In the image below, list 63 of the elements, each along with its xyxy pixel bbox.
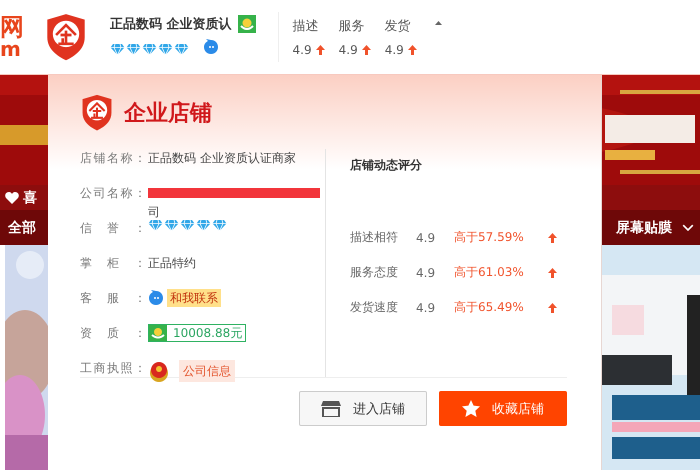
category-link[interactable]: 屏幕贴膜 xyxy=(616,218,672,236)
score-value: 4.9 xyxy=(416,230,436,244)
logo-text: 网 xyxy=(0,15,24,39)
score-value: 4.9 xyxy=(416,300,436,314)
favorite-link[interactable]: 喜 xyxy=(23,188,37,206)
heart-icon xyxy=(5,192,19,204)
diamond-icon xyxy=(164,219,179,232)
score-value: 4.9 xyxy=(416,266,436,280)
diamond-icon xyxy=(110,42,125,56)
category-link[interactable]: 全部 xyxy=(8,218,36,236)
field-value: 正品数码 企业资质认证商家 xyxy=(148,150,296,167)
up-arrow-icon xyxy=(408,45,417,55)
certificate-icon xyxy=(238,15,256,33)
star-icon xyxy=(462,400,480,417)
field-label: 公司名称： xyxy=(80,185,146,202)
rating-value: 4.9 xyxy=(292,43,312,57)
diamond-icon xyxy=(158,42,173,56)
up-arrow-icon xyxy=(548,268,557,278)
rating-value: 4.9 xyxy=(338,43,358,57)
diamond-icon xyxy=(148,219,163,232)
store-icon xyxy=(321,400,341,416)
score-label: 服务态度 xyxy=(350,264,399,281)
field-value: 司 xyxy=(148,204,161,221)
certificate-icon xyxy=(149,325,167,341)
rating-label: 描述 xyxy=(292,18,320,35)
score-label: 描述相符 xyxy=(350,229,399,246)
field-label: 资质： xyxy=(80,325,146,342)
up-arrow-icon xyxy=(362,45,371,55)
diamond-icon xyxy=(196,219,211,232)
score-label: 发货速度 xyxy=(350,299,399,316)
up-arrow-icon xyxy=(548,302,557,312)
score-comparison: 高于57.59% xyxy=(454,229,525,246)
field-label: 客服： xyxy=(80,290,146,307)
popup-title: 企业店铺 xyxy=(124,100,212,128)
diamond-icon xyxy=(212,219,227,232)
rating-value: 4.9 xyxy=(384,43,404,57)
diamond-icon xyxy=(174,42,189,56)
field-label: 信誉： xyxy=(80,220,146,237)
score-comparison: 高于65.49% xyxy=(454,299,525,316)
contact-link[interactable]: 和我联系 xyxy=(167,289,221,307)
score-comparison: 高于61.03% xyxy=(454,264,525,281)
up-arrow-icon xyxy=(316,45,325,55)
shop-name[interactable]: 正品数码 企业资质认 xyxy=(110,15,232,33)
field-label: 掌柜： xyxy=(80,255,146,272)
up-arrow-icon xyxy=(548,232,557,242)
deposit-tag: 10008.88元 xyxy=(148,324,246,342)
rating-label: 发货 xyxy=(384,18,412,35)
rating-label: 服务 xyxy=(338,18,366,35)
diamond-icon xyxy=(180,219,195,232)
caret-up-icon[interactable] xyxy=(434,21,442,25)
score-title: 店铺动态评分 xyxy=(350,157,423,174)
field-value: 正品特约 xyxy=(148,255,196,272)
field-label: 店铺名称： xyxy=(80,150,146,167)
field-label: 工商执照： xyxy=(80,360,146,377)
diamond-icon xyxy=(126,42,141,56)
emblem-icon xyxy=(148,359,170,383)
chat-bubble-icon xyxy=(148,290,164,306)
chevron-down-icon[interactable] xyxy=(682,224,694,232)
logo-text: m xyxy=(0,39,21,59)
diamond-icon xyxy=(142,42,157,56)
chat-bubble-icon xyxy=(203,39,219,55)
shield-logo-icon xyxy=(80,94,114,132)
enter-shop-button[interactable]: 进入店铺 xyxy=(299,391,427,426)
